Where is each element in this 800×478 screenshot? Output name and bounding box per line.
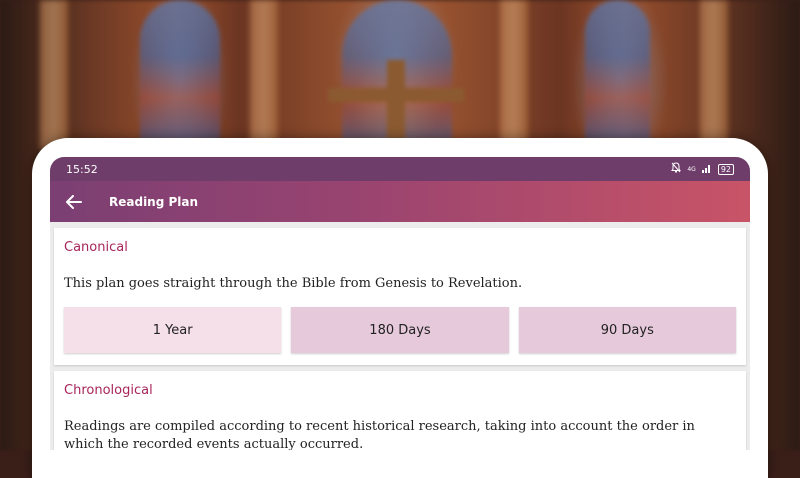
- plan-list: Canonical This plan goes straight throug…: [50, 222, 750, 450]
- arrow-left-icon: [66, 194, 82, 209]
- signal-icon: [701, 163, 712, 176]
- back-button[interactable]: [62, 190, 86, 214]
- battery-level: 92: [720, 164, 731, 174]
- option-90-days[interactable]: 90 Days: [518, 307, 736, 353]
- pillar-left: [40, 0, 68, 150]
- pillar-right: [700, 0, 728, 150]
- crucifix-beam: [328, 88, 464, 102]
- status-time: 15:52: [66, 162, 98, 176]
- network-type: 4G: [687, 165, 696, 173]
- plan-description: This plan goes straight through the Bibl…: [64, 276, 523, 291]
- page-title: Reading Plan: [109, 194, 199, 209]
- plan-card-chronological[interactable]: Chronological Readings are compiled acco…: [54, 371, 746, 450]
- option-180-days[interactable]: 180 Days: [291, 307, 509, 353]
- pillar-mid-left: [250, 0, 278, 150]
- stained-glass-window-left: [140, 0, 220, 140]
- plan-card-canonical: Canonical This plan goes straight throug…: [54, 228, 746, 365]
- mute-bell-icon: [671, 162, 682, 176]
- plan-duration-options: 1 Year 180 Days 90 Days: [64, 307, 736, 353]
- status-bar: 15:52 4G 92: [50, 157, 750, 181]
- battery-icon: 92: [717, 163, 734, 175]
- stained-glass-window-right: [585, 0, 650, 140]
- plan-title: Canonical: [64, 240, 128, 255]
- plan-title: Chronological: [64, 383, 153, 398]
- pillar-mid-right: [500, 0, 528, 150]
- app-bar: Reading Plan: [50, 181, 750, 222]
- status-icons: 4G 92: [671, 162, 734, 176]
- option-1-year[interactable]: 1 Year: [64, 307, 282, 353]
- phone-screen: 15:52 4G 92 Reading Plan Canonical This …: [50, 157, 750, 450]
- plan-description: Readings are compiled according to recen…: [64, 419, 695, 450]
